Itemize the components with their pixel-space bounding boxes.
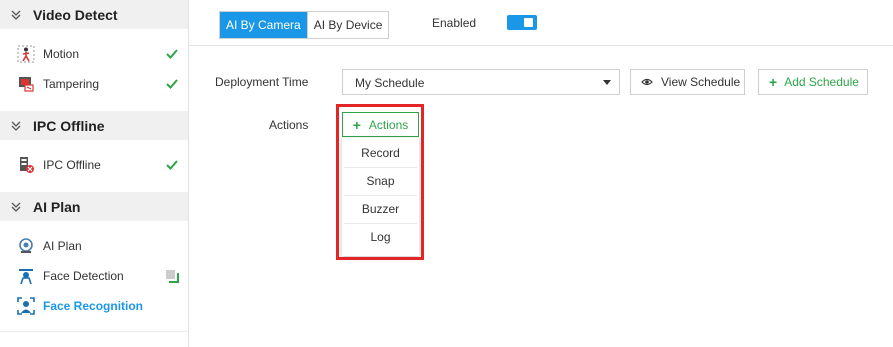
- sidebar-item-motion[interactable]: Motion: [0, 42, 188, 66]
- toggle-knob: [524, 18, 533, 27]
- tab-ai-by-device[interactable]: AI By Device: [306, 12, 389, 38]
- plus-icon: +: [769, 74, 778, 90]
- main-panel: AI By Camera AI By Device Enabled Deploy…: [189, 0, 893, 347]
- sidebar-item-ai-plan[interactable]: AI Plan: [0, 234, 188, 258]
- deployment-time-label: Deployment Time: [215, 75, 309, 89]
- group-title: Video Detect: [33, 6, 118, 23]
- tab-ai-by-camera[interactable]: AI By Camera: [220, 12, 307, 38]
- group-header-ipc-offline[interactable]: IPC Offline: [0, 111, 188, 140]
- highlight-box: [336, 104, 424, 260]
- view-schedule-label: View Schedule: [661, 75, 741, 89]
- actions-label: Actions: [269, 118, 309, 132]
- face-detection-icon: [17, 267, 35, 285]
- sidebar-item-label: AI Plan: [43, 239, 82, 253]
- ai-plan-icon: [17, 237, 35, 255]
- check-icon: [166, 160, 178, 170]
- chevron-double-down-icon: [11, 121, 21, 131]
- chevron-double-down-icon: [11, 202, 21, 212]
- group-title: IPC Offline: [33, 117, 105, 134]
- schedule-select-value: My Schedule: [355, 76, 425, 90]
- motion-icon: [17, 45, 35, 63]
- sidebar-item-tampering[interactable]: Tampering: [0, 72, 188, 96]
- sidebar-item-face-recognition[interactable]: Face Recognition: [0, 294, 188, 318]
- schedule-select[interactable]: My Schedule: [342, 69, 620, 95]
- tab-group: AI By Camera AI By Device: [219, 11, 390, 39]
- chevron-double-down-icon: [11, 10, 21, 20]
- view-schedule-button[interactable]: View Schedule: [630, 69, 745, 95]
- sidebar-item-label: Face Detection: [43, 269, 124, 283]
- add-schedule-button[interactable]: + Add Schedule: [758, 69, 868, 95]
- check-icon: [166, 79, 178, 89]
- enabled-label: Enabled: [432, 16, 477, 30]
- enabled-toggle[interactable]: [507, 15, 537, 30]
- partial-status-icon: [166, 270, 179, 283]
- group-header-video-detect[interactable]: Video Detect: [0, 0, 188, 29]
- tampering-icon: [17, 75, 35, 93]
- check-icon: [166, 49, 178, 59]
- sidebar: Video Detect Motion Tampering IPC Offlin…: [0, 0, 189, 347]
- sidebar-item-label: Tampering: [43, 77, 100, 91]
- sidebar-item-face-detection[interactable]: Face Detection: [0, 264, 188, 288]
- face-recognition-icon: [17, 297, 35, 315]
- ipc-offline-icon: [17, 156, 35, 174]
- sidebar-item-label: IPC Offline: [43, 158, 101, 172]
- header-divider: [189, 45, 893, 46]
- add-schedule-label: Add Schedule: [784, 75, 859, 89]
- sidebar-divider: [0, 331, 188, 332]
- caret-down-icon: [603, 80, 611, 85]
- sidebar-item-label: Face Recognition: [43, 299, 144, 313]
- group-header-ai-plan[interactable]: AI Plan: [0, 192, 188, 221]
- eye-icon: [641, 77, 653, 87]
- group-title: AI Plan: [33, 198, 81, 215]
- sidebar-item-label: Motion: [43, 47, 80, 61]
- sidebar-item-ipc-offline[interactable]: IPC Offline: [0, 153, 188, 177]
